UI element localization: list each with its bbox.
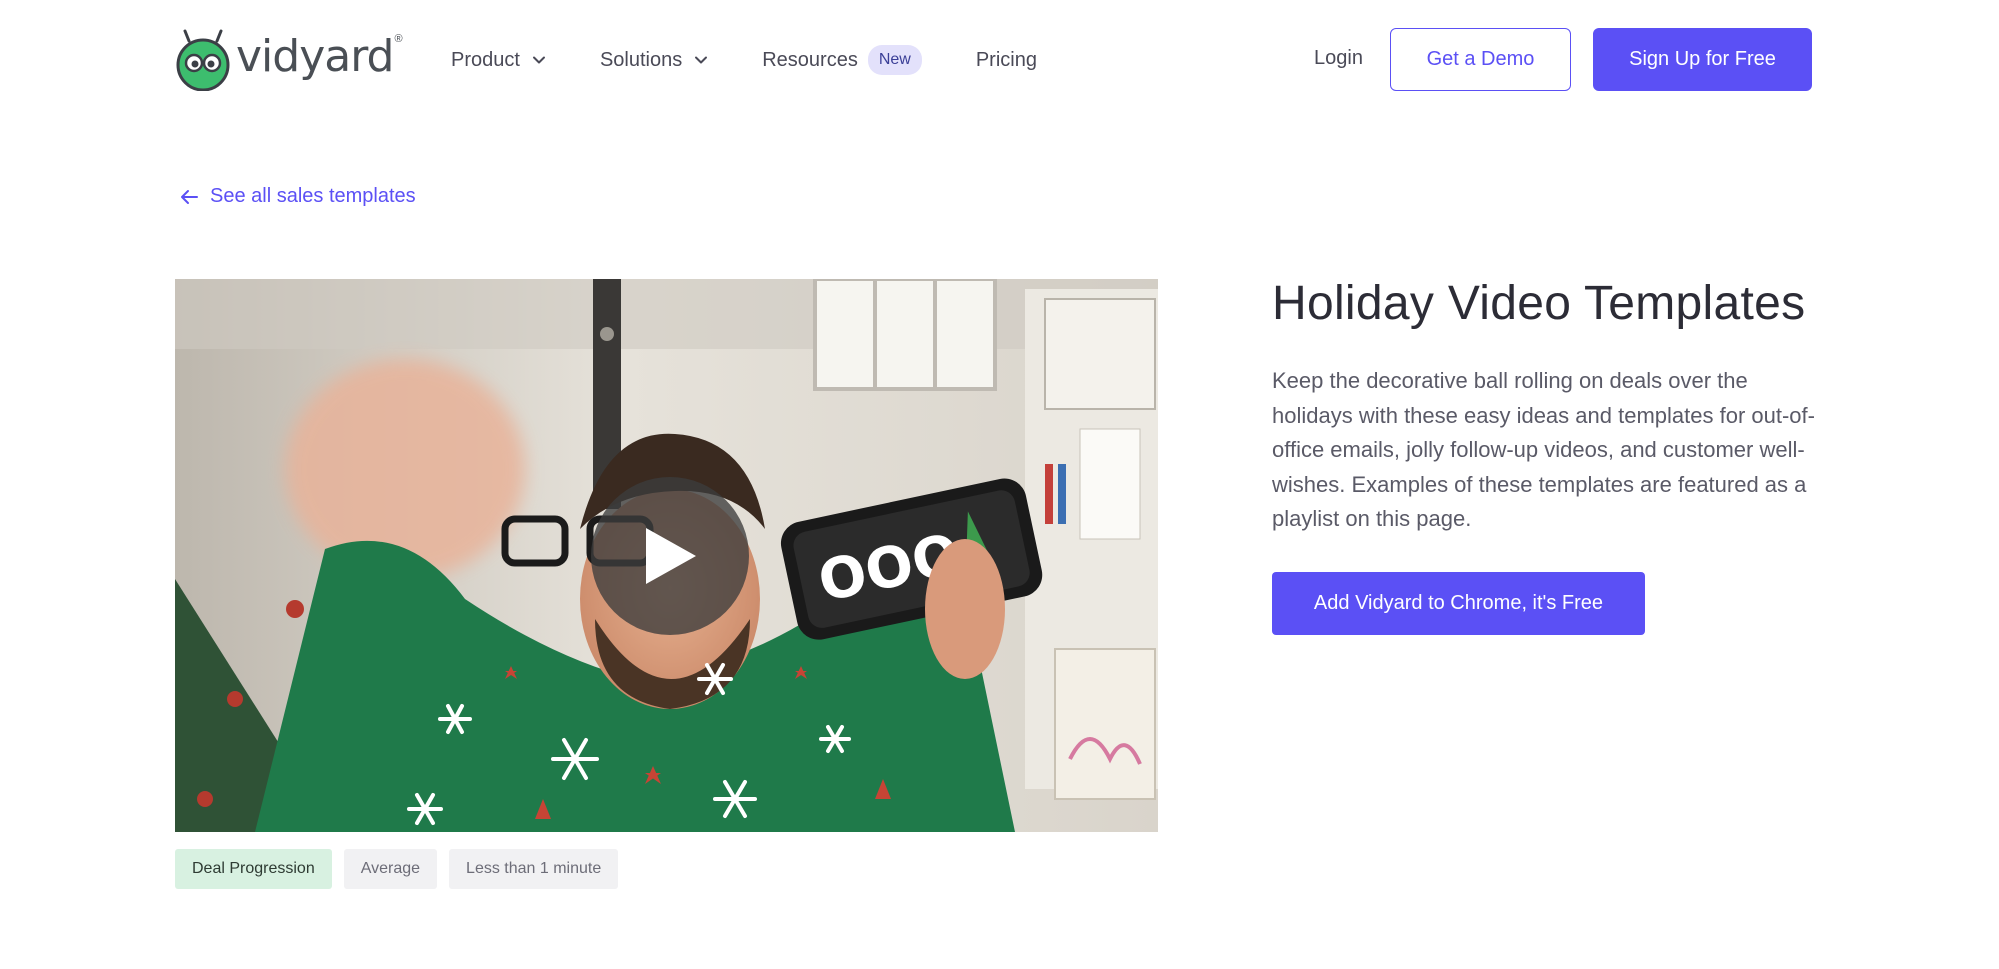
page-description: Keep the decorative ball rolling on deal… [1272, 368, 1815, 531]
nav-resources-label: Resources [762, 48, 858, 71]
new-badge: New [867, 45, 922, 75]
nav-solutions-label: Solutions [599, 48, 683, 71]
main-nav: Product Solutions Resources New Pricing [451, 40, 1037, 80]
play-button[interactable] [591, 477, 749, 635]
chevron-down-icon [695, 56, 708, 64]
tag-deal-stage: Deal Progression [175, 849, 332, 889]
login-link[interactable]: Login [1314, 47, 1363, 70]
logo-wordmark: vidyard [236, 31, 394, 82]
video-player[interactable]: OOO [175, 279, 1158, 832]
get-demo-button[interactable]: Get a Demo [1390, 28, 1571, 91]
back-link-label: See all sales templates [210, 185, 416, 207]
vidyard-logo[interactable]: vidyard ® [174, 26, 403, 92]
tag-difficulty: Average [343, 849, 438, 889]
play-icon [646, 528, 696, 584]
arrow-left-icon [181, 189, 198, 204]
nav-pricing[interactable]: Pricing [976, 49, 1037, 72]
page-title: Holiday Video Templates [1272, 277, 1806, 330]
vidyard-mascot-icon [176, 29, 230, 91]
add-to-chrome-button[interactable]: Add Vidyard to Chrome, it's Free [1272, 572, 1645, 635]
nav-resources[interactable]: Resources New [762, 45, 922, 75]
site-header: vidyard ® Product Solutions Resources Ne… [0, 0, 1999, 120]
tag-duration: Less than 1 minute [449, 849, 619, 889]
nav-pricing-label: Pricing [975, 48, 1037, 71]
registered-mark: ® [394, 33, 403, 45]
nav-solutions[interactable]: Solutions [600, 49, 708, 72]
template-tags: Deal Progression Average Less than 1 min… [175, 849, 630, 889]
chevron-down-icon [532, 56, 545, 64]
sign-up-button[interactable]: Sign Up for Free [1593, 28, 1812, 91]
nav-product-label: Product [451, 48, 520, 71]
nav-product[interactable]: Product [451, 49, 546, 72]
back-to-templates-link[interactable]: See all sales templates [180, 185, 416, 208]
